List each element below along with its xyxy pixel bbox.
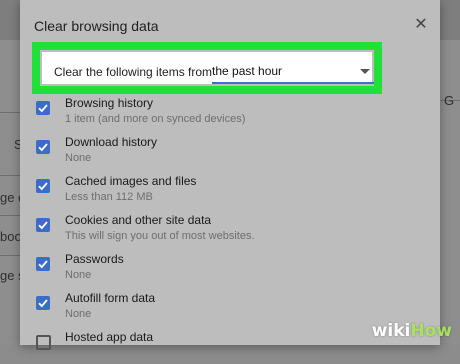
checkbox-browsing-history[interactable] [36, 101, 50, 115]
item-download-history[interactable]: Download history None [36, 135, 416, 169]
item-title: Cookies and other site data [65, 213, 212, 227]
wikihow-logo: wikiHow [372, 321, 452, 341]
time-range-value: the past hour [212, 64, 283, 78]
wikihow-wiki: wiki [371, 321, 411, 341]
item-title: Browsing history [65, 96, 154, 110]
item-browsing-history[interactable]: Browsing history 1 item (and more on syn… [36, 96, 416, 130]
checkmark-icon [38, 143, 48, 152]
dropdown-arrow-icon [360, 69, 370, 74]
item-description: None [65, 308, 92, 320]
time-range-select[interactable]: the past hour [212, 60, 374, 84]
checkmark-icon [38, 260, 48, 269]
time-range-label: Clear the following items from [54, 65, 213, 79]
checkbox-autofill[interactable] [36, 296, 50, 310]
close-icon[interactable]: ✕ [413, 17, 429, 33]
checkbox-passwords[interactable] [36, 257, 50, 271]
checkmark-icon [38, 104, 48, 113]
background-settings-card-right [440, 40, 460, 345]
checkmark-icon [38, 182, 48, 191]
item-title: Cached images and files [65, 174, 197, 188]
background-text: boo [0, 229, 22, 244]
item-hosted-app-data[interactable]: Hosted app data [36, 330, 416, 364]
checkmark-icon [38, 221, 48, 230]
item-autofill[interactable]: Autofill form data None [36, 291, 416, 325]
item-description: Less than 112 MB [65, 191, 153, 203]
checkbox-download-history[interactable] [36, 140, 50, 154]
item-cached-images[interactable]: Cached images and files Less than 112 MB [36, 174, 416, 208]
item-description: This will sign you out of most websites. [65, 230, 255, 242]
wikihow-how: How [410, 321, 452, 341]
checkbox-hosted-app-data[interactable] [36, 335, 51, 350]
item-cookies[interactable]: Cookies and other site data This will si… [36, 213, 416, 247]
item-description: None [65, 269, 92, 281]
checkbox-cookies[interactable] [36, 218, 50, 232]
dialog-title: Clear browsing data [34, 18, 159, 34]
checkmark-icon [38, 299, 48, 308]
checkbox-cached-images[interactable] [36, 179, 50, 193]
time-range-row: Clear the following items from the past … [32, 42, 382, 94]
item-title: Autofill form data [65, 291, 156, 305]
item-title: Passwords [65, 252, 124, 266]
item-description: None [65, 152, 92, 164]
item-passwords[interactable]: Passwords None [36, 252, 416, 286]
item-title: Download history [65, 135, 158, 149]
item-title: Hosted app data [65, 330, 154, 344]
item-description: 1 item (and more on synced devices) [65, 113, 246, 125]
clear-browsing-data-dialog: Clear browsing data ✕ Clear the followin… [20, 0, 440, 350]
background-text: G [444, 93, 455, 108]
